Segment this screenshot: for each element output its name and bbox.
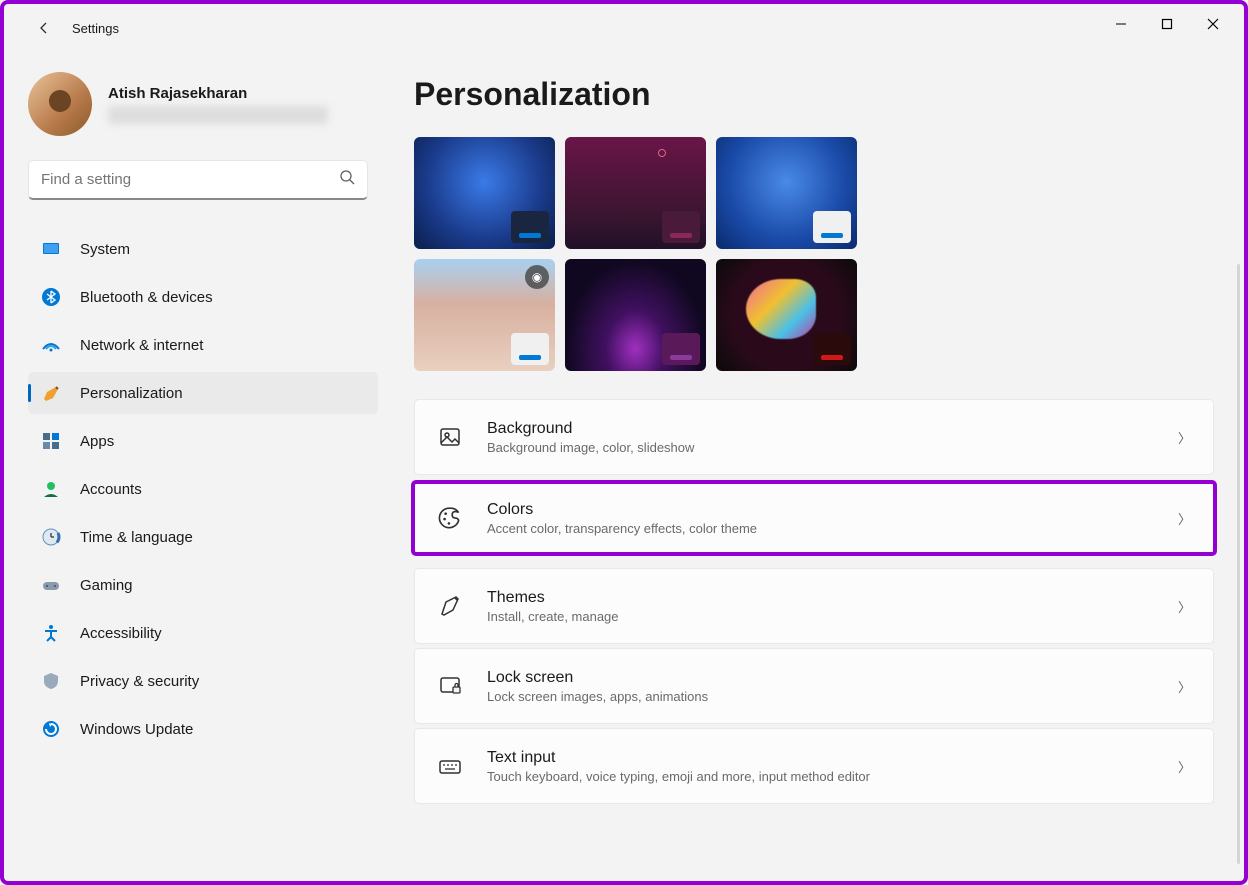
privacy-icon [40,670,62,692]
personalization-icon [40,382,62,404]
nav-label: Accessibility [80,625,162,642]
nav-label: Gaming [80,577,133,594]
back-button[interactable] [24,8,64,48]
page-title: Personalization [414,76,1214,113]
nav-item-accessibility[interactable]: Accessibility [28,612,378,654]
card-title: Lock screen [487,669,1178,687]
card-themes[interactable]: Themes Install, create, manage 〉 [414,568,1214,644]
theme-tile-4[interactable]: ◉ [414,259,555,371]
nav-label: Network & internet [80,337,203,354]
chevron-right-icon: 〉 [1178,677,1191,696]
card-colors[interactable]: Colors Accent color, transparency effect… [411,480,1217,556]
apps-icon [40,430,62,452]
nav-item-privacy[interactable]: Privacy & security [28,660,378,702]
theme-tile-5[interactable] [565,259,706,371]
nav-label: Windows Update [80,721,193,738]
close-button[interactable] [1190,8,1236,40]
scrollbar[interactable] [1237,264,1240,864]
chevron-right-icon: 〉 [1178,428,1191,447]
window-controls [1098,8,1236,40]
nav-label: Privacy & security [80,673,199,690]
search-icon [339,169,355,190]
card-background[interactable]: Background Background image, color, slid… [414,399,1214,475]
nav-item-apps[interactable]: Apps [28,420,378,462]
spotlight-icon: ◉ [525,265,549,289]
nav-item-update[interactable]: Windows Update [28,708,378,750]
theme-tile-3[interactable] [716,137,857,249]
profile-block[interactable]: Atish Rajasekharan [28,72,374,136]
card-lockscreen[interactable]: Lock screen Lock screen images, apps, an… [414,648,1214,724]
card-title: Themes [487,589,1178,607]
nav-label: Bluetooth & devices [80,289,213,306]
card-title: Background [487,420,1178,438]
accounts-icon [40,478,62,500]
nav-item-accounts[interactable]: Accounts [28,468,378,510]
nav-item-system[interactable]: System [28,228,378,270]
network-icon [40,334,62,356]
window-title: Settings [72,21,119,36]
background-icon [437,425,463,449]
nav-item-gaming[interactable]: Gaming [28,564,378,606]
chevron-right-icon: 〉 [1178,509,1191,528]
nav-list: System Bluetooth & devices Network & int… [28,228,374,750]
system-icon [40,238,62,260]
main-content: Personalization ◉ Background Background … [374,52,1244,881]
titlebar: Settings [4,4,1244,52]
nav-label: Time & language [80,529,193,546]
bluetooth-icon [40,286,62,308]
theme-tile-2[interactable] [565,137,706,249]
theme-tile-6[interactable] [716,259,857,371]
card-subtitle: Accent color, transparency effects, colo… [487,521,1178,536]
nav-item-network[interactable]: Network & internet [28,324,378,366]
accessibility-icon [40,622,62,644]
nav-label: Apps [80,433,114,450]
profile-email-redacted [108,106,328,124]
nav-label: System [80,241,130,258]
maximize-button[interactable] [1144,8,1190,40]
theme-grid: ◉ [414,137,1214,371]
time-icon [40,526,62,548]
card-title: Colors [487,501,1178,519]
avatar [28,72,92,136]
colors-icon [437,505,463,531]
card-title: Text input [487,749,1178,767]
themes-icon [437,594,463,618]
nav-label: Personalization [80,385,183,402]
chevron-right-icon: 〉 [1178,597,1191,616]
card-subtitle: Install, create, manage [487,609,1178,624]
card-subtitle: Background image, color, slideshow [487,440,1178,455]
nav-label: Accounts [80,481,142,498]
nav-item-personalization[interactable]: Personalization [28,372,378,414]
nav-item-bluetooth[interactable]: Bluetooth & devices [28,276,378,318]
lockscreen-icon [437,674,463,698]
card-textinput[interactable]: Text input Touch keyboard, voice typing,… [414,728,1214,804]
minimize-button[interactable] [1098,8,1144,40]
textinput-icon [437,754,463,778]
card-subtitle: Lock screen images, apps, animations [487,689,1178,704]
card-subtitle: Touch keyboard, voice typing, emoji and … [487,769,1178,784]
search-box[interactable] [28,160,368,200]
profile-name: Atish Rajasekharan [108,85,328,102]
sidebar: Atish Rajasekharan System Bluetooth & de… [4,52,374,881]
update-icon [40,718,62,740]
chevron-right-icon: 〉 [1178,757,1191,776]
search-input[interactable] [41,171,339,188]
gaming-icon [40,574,62,596]
theme-tile-1[interactable] [414,137,555,249]
nav-item-time[interactable]: Time & language [28,516,378,558]
